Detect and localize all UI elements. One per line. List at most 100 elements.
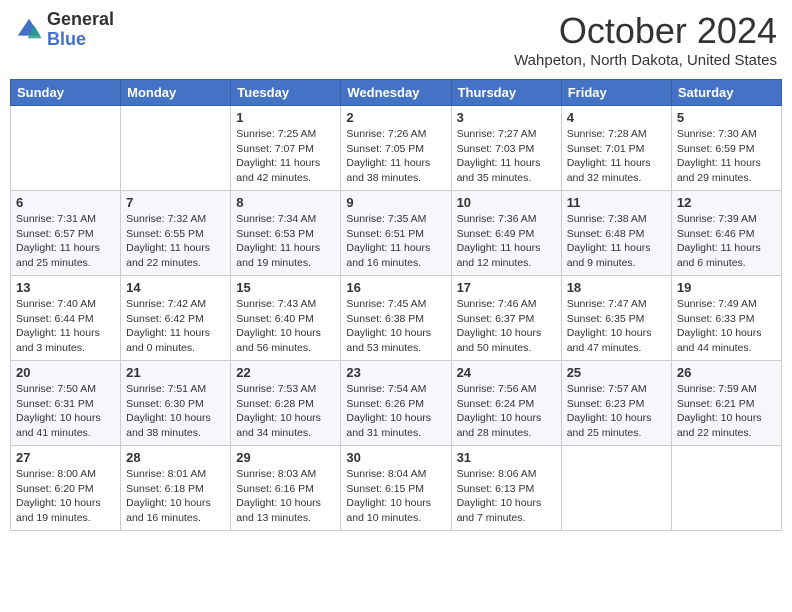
- day-info-28: Sunrise: 8:01 AMSunset: 6:18 PMDaylight:…: [126, 467, 225, 526]
- cell-3-3: 23Sunrise: 7:54 AMSunset: 6:26 PMDayligh…: [341, 361, 451, 446]
- week-row-0: 1 Sunrise: 7:25 AMSunset: 7:07 PMDaylight…: [11, 106, 782, 191]
- day-info-14: Sunrise: 7:42 AMSunset: 6:42 PMDaylight:…: [126, 297, 225, 356]
- day-info-5: Sunrise: 7:30 AMSunset: 6:59 PMDaylight:…: [677, 127, 776, 186]
- day-number-8: 8: [236, 195, 335, 210]
- cell-4-1: 28Sunrise: 8:01 AMSunset: 6:18 PMDayligh…: [121, 446, 231, 531]
- cell-1-3: 9 Sunrise: 7:35 AMSunset: 6:51 PMDaylight…: [341, 191, 451, 276]
- header-tuesday: Tuesday: [231, 80, 341, 106]
- day-info-22: Sunrise: 7:53 AMSunset: 6:28 PMDaylight:…: [236, 382, 335, 441]
- day-info-10: Sunrise: 7:36 AMSunset: 6:49 PMDaylight:…: [457, 212, 556, 271]
- day-number-9: 9: [346, 195, 445, 210]
- day-number-24: 24: [457, 365, 556, 380]
- day-info-27: Sunrise: 8:00 AMSunset: 6:20 PMDaylight:…: [16, 467, 115, 526]
- calendar-header: SundayMondayTuesdayWednesdayThursdayFrid…: [11, 80, 782, 106]
- page-header: General Blue October 2024 Wahpeton, Nort…: [10, 10, 782, 69]
- cell-2-3: 16 Sunrise: 7:45 AMSunset: 6:38 PMDayligh…: [341, 276, 451, 361]
- cell-1-2: 8 Sunrise: 7:34 AMSunset: 6:53 PMDaylight…: [231, 191, 341, 276]
- header-saturday: Saturday: [671, 80, 781, 106]
- day-info-19: Sunrise: 7:49 AMSunset: 6:33 PMDaylight:…: [677, 297, 776, 356]
- day-number-6: 6: [16, 195, 115, 210]
- cell-1-5: 11 Sunrise: 7:38 AMSunset: 6:48 PMDayligh…: [561, 191, 671, 276]
- day-number-12: 12: [677, 195, 776, 210]
- day-info-8: Sunrise: 7:34 AMSunset: 6:53 PMDaylight:…: [236, 212, 335, 271]
- day-info-11: Sunrise: 7:38 AMSunset: 6:48 PMDaylight:…: [567, 212, 666, 271]
- day-number-7: 7: [126, 195, 225, 210]
- day-number-21: 21: [126, 365, 225, 380]
- day-info-15: Sunrise: 7:43 AMSunset: 6:40 PMDaylight:…: [236, 297, 335, 356]
- logo-icon: [15, 16, 43, 44]
- day-number-1: 1: [236, 110, 335, 125]
- day-info-31: Sunrise: 8:06 AMSunset: 6:13 PMDaylight:…: [457, 467, 556, 526]
- week-row-2: 13Sunrise: 7:40 AMSunset: 6:44 PMDayligh…: [11, 276, 782, 361]
- cell-0-5: 4 Sunrise: 7:28 AMSunset: 7:01 PMDaylight…: [561, 106, 671, 191]
- day-info-3: Sunrise: 7:27 AMSunset: 7:03 PMDaylight:…: [457, 127, 556, 186]
- cell-3-5: 25Sunrise: 7:57 AMSunset: 6:23 PMDayligh…: [561, 361, 671, 446]
- day-info-1: Sunrise: 7:25 AMSunset: 7:07 PMDaylight:…: [236, 127, 335, 186]
- calendar-body: 1 Sunrise: 7:25 AMSunset: 7:07 PMDaylight…: [11, 106, 782, 531]
- logo-text: General Blue: [47, 10, 114, 50]
- cell-1-6: 12 Sunrise: 7:39 AMSunset: 6:46 PMDayligh…: [671, 191, 781, 276]
- cell-3-6: 26Sunrise: 7:59 AMSunset: 6:21 PMDayligh…: [671, 361, 781, 446]
- cell-0-4: 3 Sunrise: 7:27 AMSunset: 7:03 PMDaylight…: [451, 106, 561, 191]
- header-monday: Monday: [121, 80, 231, 106]
- day-number-4: 4: [567, 110, 666, 125]
- day-number-13: 13: [16, 280, 115, 295]
- cell-0-0: [11, 106, 121, 191]
- day-info-24: Sunrise: 7:56 AMSunset: 6:24 PMDaylight:…: [457, 382, 556, 441]
- day-number-22: 22: [236, 365, 335, 380]
- cell-0-3: 2 Sunrise: 7:26 AMSunset: 7:05 PMDaylight…: [341, 106, 451, 191]
- day-number-27: 27: [16, 450, 115, 465]
- day-info-17: Sunrise: 7:46 AMSunset: 6:37 PMDaylight:…: [457, 297, 556, 356]
- logo-general-label: General: [47, 10, 114, 30]
- day-info-18: Sunrise: 7:47 AMSunset: 6:35 PMDaylight:…: [567, 297, 666, 356]
- day-info-16: Sunrise: 7:45 AMSunset: 6:38 PMDaylight:…: [346, 297, 445, 356]
- day-info-25: Sunrise: 7:57 AMSunset: 6:23 PMDaylight:…: [567, 382, 666, 441]
- day-number-11: 11: [567, 195, 666, 210]
- day-number-2: 2: [346, 110, 445, 125]
- cell-2-0: 13Sunrise: 7:40 AMSunset: 6:44 PMDayligh…: [11, 276, 121, 361]
- cell-4-0: 27 Sunrise: 8:00 AMSunset: 6:20 PMDayligh…: [11, 446, 121, 531]
- day-number-3: 3: [457, 110, 556, 125]
- cell-2-1: 14 Sunrise: 7:42 AMSunset: 6:42 PMDayligh…: [121, 276, 231, 361]
- day-number-14: 14: [126, 280, 225, 295]
- cell-1-1: 7Sunrise: 7:32 AMSunset: 6:55 PMDaylight…: [121, 191, 231, 276]
- day-number-15: 15: [236, 280, 335, 295]
- cell-4-2: 29Sunrise: 8:03 AMSunset: 6:16 PMDayligh…: [231, 446, 341, 531]
- day-number-20: 20: [16, 365, 115, 380]
- header-thursday: Thursday: [451, 80, 561, 106]
- day-number-16: 16: [346, 280, 445, 295]
- day-info-9: Sunrise: 7:35 AMSunset: 6:51 PMDaylight:…: [346, 212, 445, 271]
- logo-blue-label: Blue: [47, 30, 114, 50]
- header-friday: Friday: [561, 80, 671, 106]
- day-number-17: 17: [457, 280, 556, 295]
- week-row-4: 27 Sunrise: 8:00 AMSunset: 6:20 PMDayligh…: [11, 446, 782, 531]
- day-number-23: 23: [346, 365, 445, 380]
- cell-2-4: 17 Sunrise: 7:46 AMSunset: 6:37 PMDayligh…: [451, 276, 561, 361]
- cell-3-2: 22 Sunrise: 7:53 AMSunset: 6:28 PMDayligh…: [231, 361, 341, 446]
- day-number-19: 19: [677, 280, 776, 295]
- day-number-29: 29: [236, 450, 335, 465]
- title-area: October 2024 Wahpeton, North Dakota, Uni…: [514, 10, 777, 69]
- day-info-26: Sunrise: 7:59 AMSunset: 6:21 PMDaylight:…: [677, 382, 776, 441]
- day-number-10: 10: [457, 195, 556, 210]
- cell-4-5: [561, 446, 671, 531]
- cell-3-1: 21Sunrise: 7:51 AMSunset: 6:30 PMDayligh…: [121, 361, 231, 446]
- week-row-3: 20 Sunrise: 7:50 AMSunset: 6:31 PMDayligh…: [11, 361, 782, 446]
- cell-0-6: 5Sunrise: 7:30 AMSunset: 6:59 PMDaylight…: [671, 106, 781, 191]
- day-info-20: Sunrise: 7:50 AMSunset: 6:31 PMDaylight:…: [16, 382, 115, 441]
- day-number-18: 18: [567, 280, 666, 295]
- cell-4-4: 31 Sunrise: 8:06 AMSunset: 6:13 PMDayligh…: [451, 446, 561, 531]
- day-number-31: 31: [457, 450, 556, 465]
- calendar-table: SundayMondayTuesdayWednesdayThursdayFrid…: [10, 79, 782, 531]
- location-label: Wahpeton, North Dakota, United States: [514, 52, 777, 69]
- header-wednesday: Wednesday: [341, 80, 451, 106]
- day-info-4: Sunrise: 7:28 AMSunset: 7:01 PMDaylight:…: [567, 127, 666, 186]
- day-info-30: Sunrise: 8:04 AMSunset: 6:15 PMDaylight:…: [346, 467, 445, 526]
- cell-4-3: 30Sunrise: 8:04 AMSunset: 6:15 PMDayligh…: [341, 446, 451, 531]
- cell-4-6: [671, 446, 781, 531]
- day-info-12: Sunrise: 7:39 AMSunset: 6:46 PMDaylight:…: [677, 212, 776, 271]
- day-info-2: Sunrise: 7:26 AMSunset: 7:05 PMDaylight:…: [346, 127, 445, 186]
- day-info-6: Sunrise: 7:31 AMSunset: 6:57 PMDaylight:…: [16, 212, 115, 271]
- cell-3-0: 20 Sunrise: 7:50 AMSunset: 6:31 PMDayligh…: [11, 361, 121, 446]
- cell-3-4: 24 Sunrise: 7:56 AMSunset: 6:24 PMDayligh…: [451, 361, 561, 446]
